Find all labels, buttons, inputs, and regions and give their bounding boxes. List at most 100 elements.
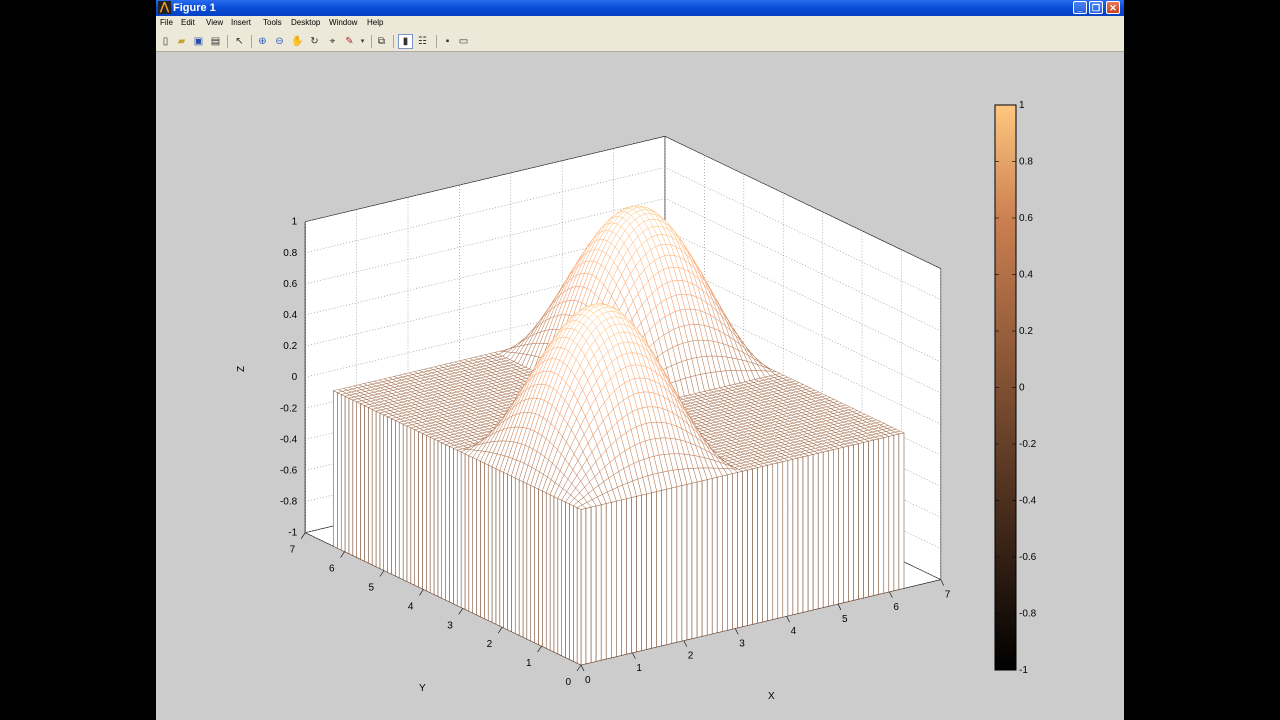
surface-skirt-x	[590, 505, 597, 663]
surface-skirt-x	[737, 470, 743, 629]
colorbar-tick-label: -1	[1019, 665, 1028, 676]
surface-skirt-x	[616, 499, 622, 657]
surface-skirt-y	[340, 394, 346, 553]
surface-skirt-x	[636, 494, 642, 653]
y-tick-mark	[576, 664, 582, 672]
surface-skirt-x	[822, 450, 829, 608]
x-tick-mark	[580, 664, 585, 672]
y-tick-mark	[419, 589, 424, 596]
surface-skirt-x	[646, 492, 652, 650]
open-file-icon[interactable]: ▰	[175, 35, 188, 48]
menu-tools[interactable]: Tools	[263, 18, 282, 27]
restore-button[interactable]: ❐	[1089, 1, 1103, 14]
surface-skirt-y	[398, 421, 404, 581]
surface-skirt-y	[352, 399, 357, 558]
surface-skirt-x	[595, 504, 602, 662]
surface-skirt-x	[742, 469, 748, 628]
y-tick-mark	[340, 551, 345, 558]
surface-skirt-y	[410, 427, 415, 586]
toolbar-separator	[393, 35, 394, 48]
surface-skirt-y	[422, 432, 427, 592]
surface-skirt-y	[573, 505, 578, 664]
surface-skirt-y	[557, 497, 562, 657]
show-plot-tools-icon[interactable]: ▭	[457, 35, 470, 48]
save-icon[interactable]: ▣	[192, 35, 205, 48]
y-tick-label: 5	[368, 583, 374, 594]
figure-toolbar: ▯ ▰ ▣ ▤ ↖ ⊕ ⊖ ✋ ↻ ⌖ ✎ ▾ ⧉ ▮ ☷ ▪ ▭	[156, 32, 1124, 52]
zoom-out-icon[interactable]: ⊖	[273, 35, 286, 48]
surface-skirt-x	[853, 443, 859, 601]
pan-icon[interactable]: ✋	[291, 35, 304, 48]
insert-legend-icon[interactable]: ☷	[416, 35, 429, 48]
z-tick-label: -0.2	[280, 403, 298, 414]
x-tick-label: 6	[893, 602, 899, 613]
surface-skirt-y	[565, 501, 570, 660]
hide-plot-tools-icon[interactable]: ▪	[441, 35, 454, 48]
y-tick-mark	[497, 627, 503, 634]
toolbar-separator	[371, 35, 372, 48]
minimize-button[interactable]: _	[1073, 1, 1087, 14]
z-tick-label: -0.6	[280, 466, 298, 477]
x-tick-label: 2	[688, 651, 694, 662]
surface-skirt-y	[406, 425, 412, 584]
print-icon[interactable]: ▤	[209, 35, 222, 48]
surface-skirt-x	[701, 479, 708, 637]
menu-edit[interactable]: Edit	[181, 18, 195, 27]
x-tick-label: 3	[739, 638, 745, 649]
surface-skirt-x	[752, 467, 758, 625]
surface-skirt-y	[472, 457, 477, 616]
surface-skirt-x	[762, 464, 768, 623]
surface-skirt-y	[499, 470, 504, 629]
z-tick-label: 0.6	[283, 279, 297, 290]
surface-skirt-y	[553, 496, 559, 655]
z-tick-label: -0.8	[280, 497, 298, 508]
surface-skirt-y	[456, 449, 462, 608]
toolbar-separator	[436, 35, 437, 48]
surface-skirt-x	[656, 489, 662, 648]
brush-icon[interactable]: ✎	[343, 35, 356, 48]
new-figure-icon[interactable]: ▯	[159, 35, 172, 48]
chevron-down-icon[interactable]: ▾	[356, 35, 369, 48]
surface-skirt-y	[487, 464, 493, 623]
menu-window[interactable]: Window	[329, 18, 357, 27]
surface-skirt-y	[337, 392, 342, 551]
menu-file[interactable]: File	[160, 18, 173, 27]
title-bar[interactable]: ⋀ Figure 1 _ ❐ ✕	[156, 0, 1124, 16]
surface-skirt-x	[691, 481, 698, 639]
menu-insert[interactable]: Insert	[231, 18, 251, 27]
surface-skirt-y	[368, 406, 373, 566]
zoom-in-icon[interactable]: ⊕	[256, 35, 269, 48]
menu-help[interactable]: Help	[367, 18, 383, 27]
surface-skirt-y	[402, 423, 408, 582]
surface-skirt-x	[716, 475, 723, 634]
edit-plot-icon[interactable]: ↖	[233, 35, 246, 48]
link-plot-icon[interactable]: ⧉	[375, 35, 388, 48]
surface-skirt-y	[418, 431, 423, 590]
x-tick-mark	[837, 603, 842, 611]
data-cursor-icon[interactable]: ⌖	[326, 35, 339, 48]
menu-desktop[interactable]: Desktop	[291, 18, 320, 27]
matlab-icon: ⋀	[158, 1, 171, 14]
colorbar-tick-label: 0.2	[1019, 326, 1033, 337]
colorbar-tick-label: 0.8	[1019, 157, 1033, 168]
close-button[interactable]: ✕	[1106, 1, 1120, 14]
surface-skirt-x	[888, 434, 895, 593]
surface-skirt-x	[792, 457, 799, 616]
surface-skirt-y	[453, 447, 458, 607]
surface-skirt-y	[549, 494, 555, 653]
surface-skirt-y	[379, 412, 384, 571]
figure-axes[interactable]: -1 -0.8 -0.6 -0.4 -0.2 0 0.2 0.4 0.6 0.8 1 0 1 2 3 4 5 6 7…	[156, 52, 1124, 720]
surface-skirt-x	[722, 474, 728, 632]
surface-skirt-x	[696, 480, 703, 638]
surface-skirt-x	[828, 449, 834, 607]
rotate-3d-icon[interactable]: ↻	[308, 35, 321, 48]
toolbar-separator	[227, 35, 228, 48]
surface-skirt-y	[561, 499, 566, 659]
figure-window: ⋀ Figure 1 _ ❐ ✕ File Edit View Insert T…	[156, 0, 1124, 720]
surface-skirt-y	[429, 436, 435, 595]
menu-view[interactable]: View	[206, 18, 223, 27]
insert-colorbar-icon[interactable]: ▮	[398, 34, 413, 49]
surface-skirt-y	[360, 403, 365, 562]
surface-skirt-x	[858, 442, 864, 600]
surface-skirt-x	[782, 460, 789, 618]
